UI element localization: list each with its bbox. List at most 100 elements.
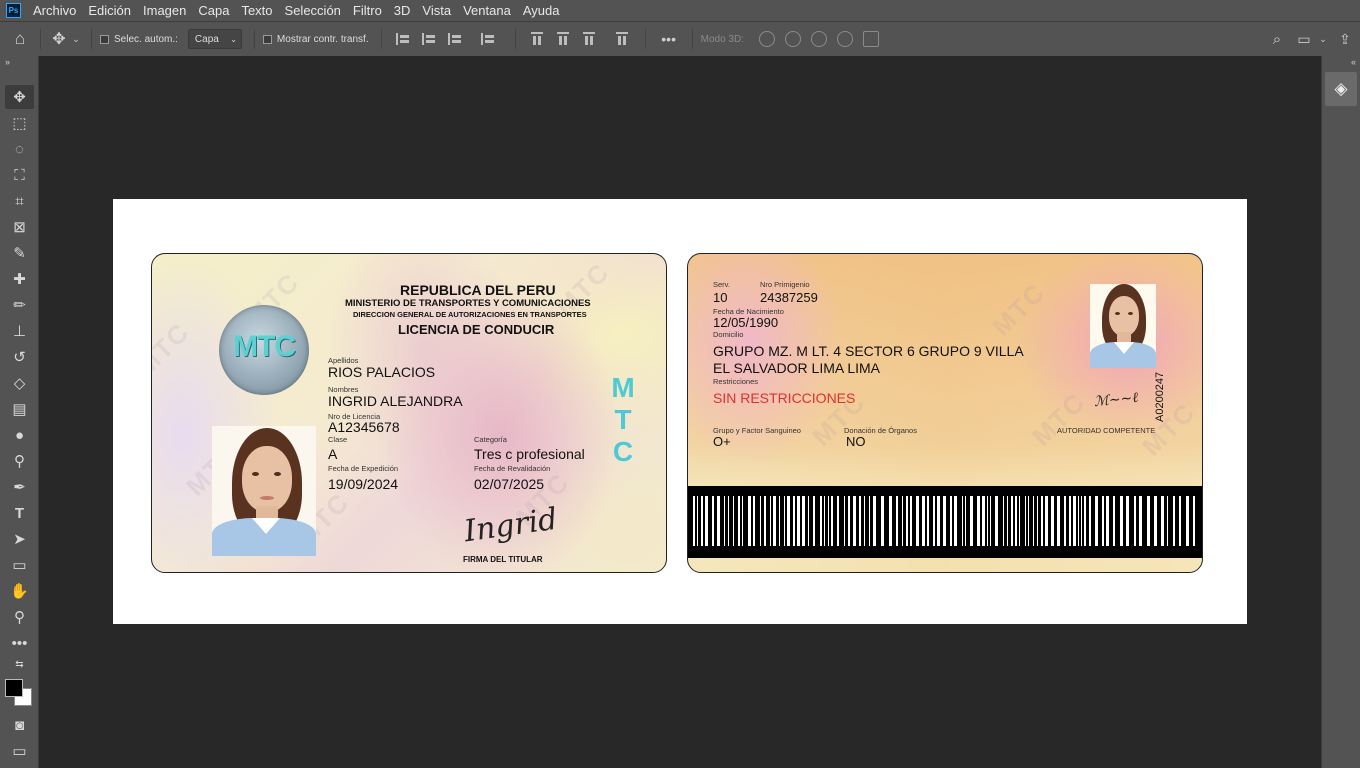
serial-number: A0200247: [1154, 371, 1166, 422]
country-title: REPUBLICA DEL PERU: [400, 282, 556, 298]
object-select-tool-icon[interactable]: ⛶: [5, 163, 34, 187]
barcode-bar: [1073, 496, 1076, 546]
barcode-bar: [784, 496, 785, 546]
barcode-bar: [770, 496, 771, 546]
serv-label: Serv.: [713, 280, 730, 289]
barcode-bar: [733, 496, 734, 546]
barcode-bar: [1019, 496, 1020, 546]
barcode-bar: [1028, 496, 1029, 546]
share-icon[interactable]: ⇪: [1330, 31, 1360, 48]
barcode-bar: [1113, 496, 1115, 546]
barcode-bar: [813, 496, 815, 546]
expand-panel-icon[interactable]: »: [5, 57, 10, 67]
barcode-bar: [1084, 496, 1086, 546]
barcode-bar: [844, 496, 845, 546]
barcode-bar: [1193, 496, 1195, 546]
options-bar: ⌂ ✥ ⌄ Selec. autom.: Capa ⌄ Mostrar cont…: [0, 21, 1360, 56]
clone-stamp-tool-icon[interactable]: ⊥: [5, 319, 34, 343]
search-icon[interactable]: ⌕: [1262, 31, 1292, 48]
document-canvas[interactable]: MTC MTC MTC MTC MTC MTC MTC REPUBLICA DE…: [113, 199, 1247, 624]
layers-icon[interactable]: ◈: [1325, 72, 1357, 106]
barcode-bar: [797, 496, 800, 546]
chevron-down-icon: ⌄: [230, 34, 237, 44]
home-icon[interactable]: ⌂: [0, 29, 40, 49]
menu-ventana[interactable]: Ventana: [457, 0, 517, 21]
distribute-h-icon[interactable]: [480, 31, 496, 47]
revalidacion-value: 02/07/2025: [474, 476, 545, 492]
workspace-icon[interactable]: ▭: [1292, 31, 1316, 48]
dodge-tool-icon[interactable]: ⚲: [5, 449, 34, 473]
barcode-bar: [927, 496, 929, 546]
align-left-icon[interactable]: [395, 31, 411, 47]
barcode-bar: [1051, 496, 1054, 546]
rectangle-tool-icon[interactable]: ▭: [5, 553, 34, 577]
distribute-v-icon[interactable]: [614, 31, 630, 47]
crop-tool-icon[interactable]: ⌗: [5, 189, 34, 213]
gradient-tool-icon[interactable]: ▤: [5, 397, 34, 421]
menu-texto[interactable]: Texto: [235, 0, 278, 21]
menu-vista[interactable]: Vista: [416, 0, 457, 21]
brush-tool-icon[interactable]: ✏: [5, 293, 34, 317]
align-center-h-icon[interactable]: [421, 31, 437, 47]
history-brush-tool-icon[interactable]: ↺: [5, 345, 34, 369]
auto-select-dropdown[interactable]: Capa ⌄: [187, 29, 242, 49]
align-right-icon[interactable]: [447, 31, 463, 47]
marquee-tool-icon[interactable]: ⬚: [5, 111, 34, 135]
menu-ayuda[interactable]: Ayuda: [517, 0, 566, 21]
auto-select-label: Selec. autom.:: [114, 33, 178, 45]
align-bottom-icon[interactable]: [581, 31, 597, 47]
pan-3d-icon[interactable]: [810, 31, 827, 47]
menu-3d[interactable]: 3D: [388, 0, 417, 21]
menu-edicion[interactable]: Edición: [82, 0, 137, 21]
collapse-panel-icon[interactable]: «: [1351, 57, 1356, 67]
chevron-down-icon[interactable]: ⌄: [1316, 34, 1330, 45]
watermark: MTC: [986, 276, 1052, 342]
lasso-tool-icon[interactable]: ◌: [5, 137, 34, 161]
menu-filtro[interactable]: Filtro: [347, 0, 388, 21]
auto-select-checkbox[interactable]: [100, 34, 109, 44]
camera-3d-icon[interactable]: [862, 31, 879, 47]
barcode-bar: [933, 496, 935, 546]
move-tool-icon[interactable]: ✥: [49, 29, 69, 49]
frame-tool-icon[interactable]: ⊠: [5, 215, 34, 239]
zoom-tool-icon[interactable]: ⚲: [5, 605, 34, 629]
screen-mode-icon[interactable]: ▭: [5, 739, 34, 763]
menu-capa[interactable]: Capa: [192, 0, 235, 21]
barcode-bar: [717, 496, 720, 546]
move-tool-icon[interactable]: ✥: [5, 85, 34, 109]
roll-3d-icon[interactable]: [784, 31, 801, 47]
eyedropper-tool-icon[interactable]: ✎: [5, 241, 34, 265]
blur-tool-icon[interactable]: ●: [5, 423, 34, 447]
barcode-bar: [773, 496, 776, 546]
barcode-bar: [824, 496, 825, 546]
more-tools-icon[interactable]: •••: [5, 631, 34, 655]
barcode-bar: [954, 496, 957, 546]
type-tool-icon[interactable]: T: [5, 501, 34, 525]
tools-panel: » ✥ ⬚ ◌ ⛶ ⌗ ⊠ ✎ ✚ ✏ ⊥ ↺ ◇ ▤ ● ⚲ ✒ T ➤ ▭ …: [0, 56, 39, 768]
menu-archivo[interactable]: Archivo: [27, 0, 82, 21]
menu-seleccion[interactable]: Selección: [279, 0, 347, 21]
orbit-3d-icon[interactable]: [758, 31, 775, 47]
path-select-tool-icon[interactable]: ➤: [5, 527, 34, 551]
chevron-down-icon[interactable]: ⌄: [69, 34, 83, 45]
healing-brush-tool-icon[interactable]: ✚: [5, 267, 34, 291]
slide-3d-icon[interactable]: [836, 31, 853, 47]
revalidacion-label: Fecha de Revalidación: [474, 464, 551, 473]
swap-colors-icon[interactable]: ⇆: [5, 656, 34, 672]
foreground-color-swatch[interactable]: [5, 679, 23, 697]
more-options-icon[interactable]: •••: [654, 31, 684, 47]
pen-tool-icon[interactable]: ✒: [5, 475, 34, 499]
barcode-bar: [1126, 496, 1129, 546]
quick-mask-icon[interactable]: ◙: [5, 713, 34, 737]
show-transform-checkbox[interactable]: [262, 34, 272, 44]
barcode-bar: [1134, 496, 1136, 546]
menu-imagen[interactable]: Imagen: [137, 0, 192, 21]
hand-tool-icon[interactable]: ✋: [5, 579, 34, 603]
eraser-tool-icon[interactable]: ◇: [5, 371, 34, 395]
barcode-bar: [950, 496, 952, 546]
barcode-bar: [1064, 496, 1066, 546]
barcode-bar: [1037, 496, 1038, 546]
align-middle-v-icon[interactable]: [555, 31, 571, 47]
align-top-icon[interactable]: [529, 31, 545, 47]
barcode-bar: [1161, 496, 1164, 546]
